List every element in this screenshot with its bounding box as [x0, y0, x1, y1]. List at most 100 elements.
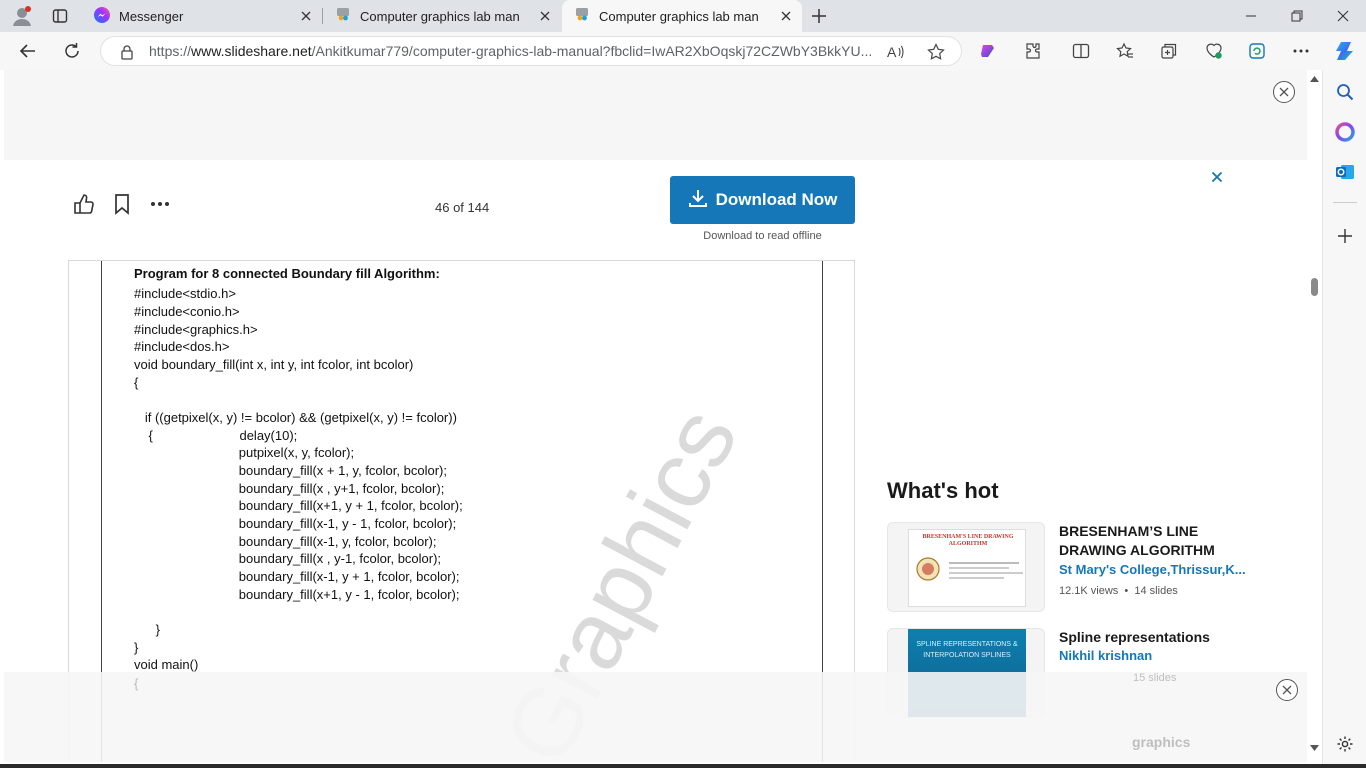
tab-strip: Messenger Computer graphics lab manual |…	[0, 0, 1366, 32]
like-thumb-icon[interactable]	[70, 190, 98, 218]
close-window-icon[interactable]	[1320, 0, 1366, 32]
bottom-ad-banner	[4, 672, 1307, 762]
code-line: putpixel(x, y, fcolor);	[134, 445, 355, 460]
favorite-star-icon[interactable]	[926, 42, 946, 62]
close-ad-icon[interactable]	[1273, 81, 1295, 103]
window-bottom-edge	[0, 764, 1366, 768]
profile-avatar-icon[interactable]	[8, 4, 36, 28]
document-toolbar: 46 of 144 Download Now Download to read …	[4, 160, 904, 260]
hot-item-author[interactable]: Nikhil krishnan	[1059, 648, 1249, 663]
code-line: boundary_fill(x + 1, y, fcolor, bcolor);	[134, 463, 447, 478]
tab-lab-manual-active[interactable]: Computer graphics lab manual |	[562, 0, 802, 32]
download-subtext: Download to read offline	[703, 230, 822, 242]
collections-icon[interactable]	[1153, 36, 1185, 66]
split-screen-icon[interactable]	[1065, 36, 1097, 66]
sidebar-search-icon[interactable]	[1333, 80, 1357, 104]
code-line: void boundary_fill(int x, int y, int fco…	[134, 357, 414, 372]
code-line: #include<conio.h>	[134, 304, 240, 319]
more-options-icon[interactable]	[146, 190, 174, 218]
download-button-label: Download Now	[715, 190, 838, 209]
code-line: boundary_fill(x , y+1, fcolor, bcolor);	[134, 481, 445, 496]
minimize-icon[interactable]	[1228, 0, 1274, 32]
code-line: void main()	[134, 657, 199, 672]
edge-sidebar	[1322, 70, 1366, 768]
url-field[interactable]: https://www.slideshare.net/Ankitkumar779…	[100, 36, 962, 66]
code-line: if ((getpixel(x, y) != bcolor) && (getpi…	[134, 410, 457, 425]
slideshare-icon	[574, 7, 590, 26]
thumbnail-title: BRESENHAM'S LINE DRAWING ALGORITHM	[922, 534, 1014, 547]
download-icon	[688, 188, 716, 213]
hot-item-author[interactable]: St Mary's College,Thrissur,K...	[1059, 562, 1249, 577]
vertical-scrollbar[interactable]	[1307, 70, 1322, 760]
sidebar-add-icon[interactable]	[1333, 224, 1357, 248]
browser-essentials-icon[interactable]	[1198, 36, 1230, 66]
close-tab-icon[interactable]	[778, 8, 794, 24]
slideshare-icon	[335, 7, 351, 26]
tab-actions-icon[interactable]	[46, 4, 74, 28]
next-hot-item-ghost: graphics	[1132, 734, 1191, 750]
lock-icon[interactable]	[117, 42, 137, 62]
code-line: boundary_fill(x+1, y + 1, fcolor, bcolor…	[134, 498, 463, 513]
code-line: boundary_fill(x , y-1, fcolor, bcolor);	[134, 551, 442, 566]
hot-item-meta: 12.1K views • 14 slides	[1059, 585, 1178, 597]
sidebar-outlook-icon[interactable]	[1333, 160, 1357, 184]
code-line: {	[134, 375, 139, 390]
download-now-button[interactable]: Download Now	[670, 176, 855, 224]
page-counter: 46 of 144	[435, 200, 490, 215]
tab-title: Messenger	[119, 8, 184, 24]
back-arrow-icon[interactable]	[12, 36, 44, 66]
sidebar-settings-gear-icon[interactable]	[1333, 732, 1357, 756]
scrollbar-thumb[interactable]	[1311, 278, 1318, 296]
thumbnail-slide: BRESENHAM'S LINE DRAWING ALGORITHM	[908, 529, 1026, 607]
read-aloud-icon[interactable]: A	[886, 42, 906, 62]
college-emblem-icon	[916, 557, 940, 581]
code-line: }	[134, 640, 139, 655]
address-bar-row: https://www.slideshare.net/Ankitkumar779…	[0, 32, 1366, 70]
extensions-icon[interactable]	[1017, 36, 1049, 66]
svg-text:A: A	[887, 44, 897, 60]
tab-messenger[interactable]: Messenger	[82, 0, 322, 32]
scroll-up-arrow-icon[interactable]	[1310, 76, 1319, 82]
code-line: }	[134, 622, 161, 637]
close-side-ad-icon[interactable]	[1210, 170, 1224, 184]
code-line: boundary_fill(x-1, y - 1, fcolor, bcolor…	[134, 516, 457, 531]
close-tab-icon[interactable]	[298, 8, 314, 24]
url-text: https://www.slideshare.net/Ankitkumar779…	[149, 43, 871, 59]
sidebar-office-icon[interactable]	[1333, 120, 1357, 144]
tab-lab-manual-1[interactable]: Computer graphics lab manual |	[323, 0, 561, 32]
code-line: boundary_fill(x-1, y, fcolor, bcolor);	[134, 534, 437, 549]
tab-title: Computer graphics lab manual |	[360, 8, 520, 24]
top-ad-banner	[4, 70, 1307, 160]
bookmark-icon[interactable]	[108, 190, 136, 218]
code-line: #include<stdio.h>	[134, 286, 236, 301]
hot-item-title[interactable]: BRESENHAM’S LINE DRAWING ALGORITHM	[1059, 522, 1259, 560]
favorites-icon[interactable]	[1109, 36, 1141, 66]
code-line: #include<dos.h>	[134, 339, 230, 354]
slide-thumbnail[interactable]: BRESENHAM'S LINE DRAWING ALGORITHM	[887, 522, 1045, 612]
close-tab-icon[interactable]	[537, 8, 553, 24]
code-line: #include<graphics.h>	[134, 322, 258, 337]
program-heading: Program for 8 connected Boundary fill Al…	[134, 266, 440, 281]
thumbnail-title: SPLINE REPRESENTATIONS & INTERPOLATION S…	[916, 641, 1018, 659]
restore-icon[interactable]	[1274, 0, 1320, 32]
edge-refresh-icon[interactable]	[1241, 36, 1273, 66]
code-line: boundary_fill(x-1, y + 1, fcolor, bcolor…	[134, 569, 460, 584]
copilot-extension-icon[interactable]	[972, 36, 1004, 66]
whats-hot-heading: What's hot	[887, 478, 999, 503]
refresh-icon[interactable]	[56, 36, 88, 66]
page-viewport: 46 of 144 Download Now Download to read …	[4, 70, 1307, 762]
hot-item-slides-ghost: 15 slides	[1133, 672, 1177, 684]
scroll-down-arrow-icon[interactable]	[1310, 745, 1319, 751]
more-menu-icon[interactable]	[1285, 36, 1317, 66]
messenger-icon	[94, 6, 110, 26]
hot-item-bresenham[interactable]: BRESENHAM'S LINE DRAWING ALGORITHM BRESE…	[887, 522, 1307, 614]
sidebar-divider	[1333, 202, 1357, 203]
hot-item-title[interactable]: Spline representations	[1059, 628, 1259, 647]
close-bottom-ad-icon[interactable]	[1276, 679, 1298, 701]
tab-title: Computer graphics lab manual |	[599, 8, 759, 24]
code-line: { delay(10);	[134, 428, 298, 443]
copilot-icon[interactable]	[1329, 36, 1361, 66]
code-line: boundary_fill(x+1, y - 1, fcolor, bcolor…	[134, 587, 460, 602]
doc-brace-ghost: {	[134, 676, 139, 691]
new-tab-icon[interactable]	[805, 4, 833, 28]
